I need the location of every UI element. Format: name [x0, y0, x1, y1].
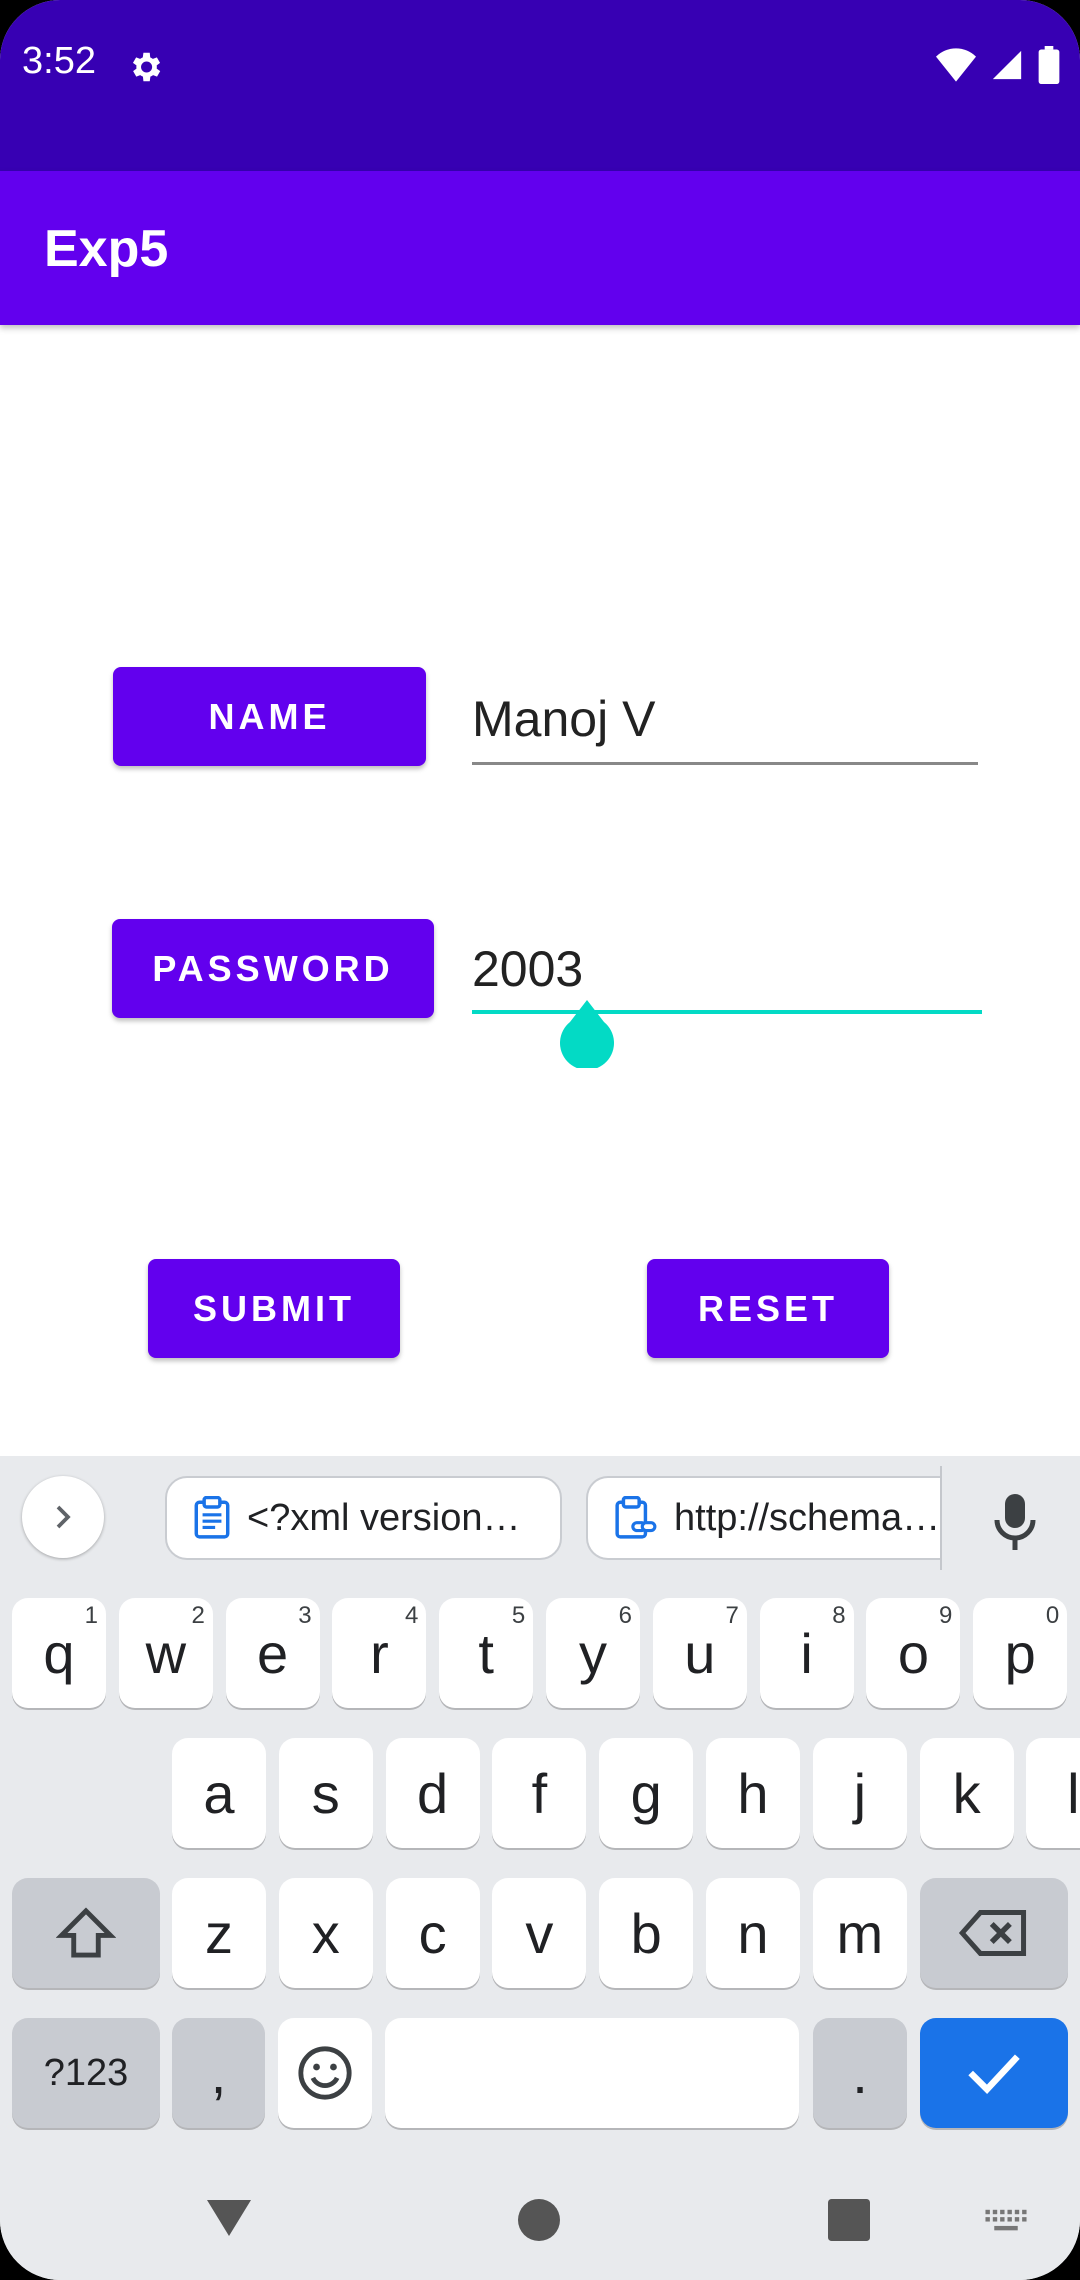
- checkmark-icon: [968, 2054, 1020, 2095]
- status-bar: 3:52: [0, 0, 1080, 171]
- password-button[interactable]: PASSWORD: [112, 919, 434, 1018]
- key-q[interactable]: q1: [12, 1598, 106, 1708]
- enter-key[interactable]: [920, 2018, 1068, 2128]
- signal-icon: [992, 50, 1022, 80]
- key-y[interactable]: y6: [546, 1598, 640, 1708]
- submit-button[interactable]: SUBMIT: [148, 1259, 400, 1358]
- microphone-icon[interactable]: [990, 1492, 1040, 1552]
- settings-gear-icon: [132, 52, 161, 82]
- wifi-icon: [936, 48, 976, 82]
- key-f[interactable]: f: [492, 1738, 587, 1848]
- key-a[interactable]: a: [172, 1738, 266, 1848]
- back-nav-icon[interactable]: [205, 2196, 253, 2240]
- period-key[interactable]: .: [813, 2018, 907, 2128]
- password-input-underline: [472, 1010, 982, 1014]
- key-l[interactable]: l: [1026, 1738, 1080, 1848]
- shift-key[interactable]: [12, 1878, 160, 1988]
- text-cursor-handle-icon[interactable]: [560, 1000, 614, 1068]
- suggestion-separator: [940, 1466, 942, 1570]
- clipboard-link-icon: [615, 1496, 657, 1539]
- name-button[interactable]: NAME: [113, 667, 426, 766]
- expand-toolbar-button[interactable]: [22, 1476, 104, 1558]
- key-b[interactable]: b: [599, 1878, 694, 1988]
- key-g[interactable]: g: [599, 1738, 694, 1848]
- key-hint: 5: [511, 1602, 526, 1629]
- key-u[interactable]: u7: [652, 1598, 747, 1708]
- password-input[interactable]: 2003: [472, 940, 583, 998]
- backspace-key[interactable]: [920, 1878, 1068, 1988]
- key-r[interactable]: r4: [332, 1598, 427, 1708]
- clipboard-chip-1[interactable]: <?xml version…: [165, 1476, 562, 1560]
- key-hint: 3: [298, 1602, 312, 1629]
- key-hint: 9: [939, 1602, 953, 1629]
- home-nav-icon[interactable]: [518, 2199, 560, 2241]
- space-key[interactable]: [385, 2018, 799, 2128]
- name-input[interactable]: Manoj V: [472, 690, 655, 748]
- recents-nav-icon[interactable]: [828, 2199, 870, 2241]
- status-time: 3:52: [22, 40, 96, 82]
- key-x[interactable]: x: [278, 1878, 373, 1988]
- key-z[interactable]: z: [172, 1878, 266, 1988]
- key-hint: 0: [1045, 1602, 1060, 1629]
- symbols-key[interactable]: ?123: [12, 2018, 160, 2128]
- status-icons: [936, 46, 1060, 84]
- clipboard-chip-1-text: <?xml version…: [247, 1496, 521, 1539]
- key-hint: 6: [618, 1602, 632, 1629]
- backspace-icon: [959, 1910, 1027, 1956]
- key-i[interactable]: i8: [759, 1598, 854, 1708]
- app-bar: Exp5: [0, 171, 1080, 325]
- clipboard-chip-2-text: http://schema…: [674, 1496, 940, 1539]
- key-d[interactable]: d: [385, 1738, 480, 1848]
- key-p[interactable]: p0: [973, 1598, 1068, 1708]
- key-hint: 2: [191, 1602, 205, 1629]
- key-e[interactable]: e3: [225, 1598, 320, 1708]
- navigation-bar: [0, 2156, 1080, 2280]
- suggestion-bar: <?xml version… http://schema…: [0, 1456, 1080, 1596]
- key-c[interactable]: c: [385, 1878, 480, 1988]
- key-hint: 1: [84, 1602, 98, 1629]
- key-t[interactable]: t5: [439, 1598, 534, 1708]
- keyboard-switch-icon[interactable]: [984, 2208, 1028, 2238]
- key-k[interactable]: k: [919, 1738, 1014, 1848]
- key-n[interactable]: n: [706, 1878, 800, 1988]
- key-j[interactable]: j: [812, 1738, 907, 1848]
- emoji-icon: [298, 2046, 352, 2100]
- shift-icon: [56, 1907, 116, 1958]
- emoji-key[interactable]: [278, 2018, 372, 2128]
- clipboard-chip-2[interactable]: http://schema…: [586, 1476, 940, 1560]
- key-hint: 4: [405, 1602, 419, 1629]
- clipboard-icon: [194, 1496, 230, 1539]
- comma-key[interactable]: ,: [172, 2018, 265, 2128]
- key-hint: 7: [725, 1602, 739, 1629]
- key-o[interactable]: o9: [866, 1598, 961, 1708]
- phone-screen: 3:52 Exp5 NAME Manoj V PASSWORD 2003 SUB…: [0, 0, 1080, 2280]
- name-input-underline: [472, 762, 978, 765]
- key-m[interactable]: m: [812, 1878, 907, 1988]
- app-title: Exp5: [44, 220, 169, 278]
- key-h[interactable]: h: [706, 1738, 800, 1848]
- battery-icon: [1038, 46, 1060, 84]
- chevron-right-icon: [56, 1505, 71, 1529]
- key-w[interactable]: w2: [118, 1598, 213, 1708]
- key-v[interactable]: v: [492, 1878, 587, 1988]
- reset-button[interactable]: RESET: [647, 1259, 889, 1358]
- key-s[interactable]: s: [278, 1738, 373, 1848]
- soft-keyboard: <?xml version… http://schema… q1w2e3r4t5…: [0, 1456, 1080, 2280]
- key-hint: 8: [832, 1602, 846, 1629]
